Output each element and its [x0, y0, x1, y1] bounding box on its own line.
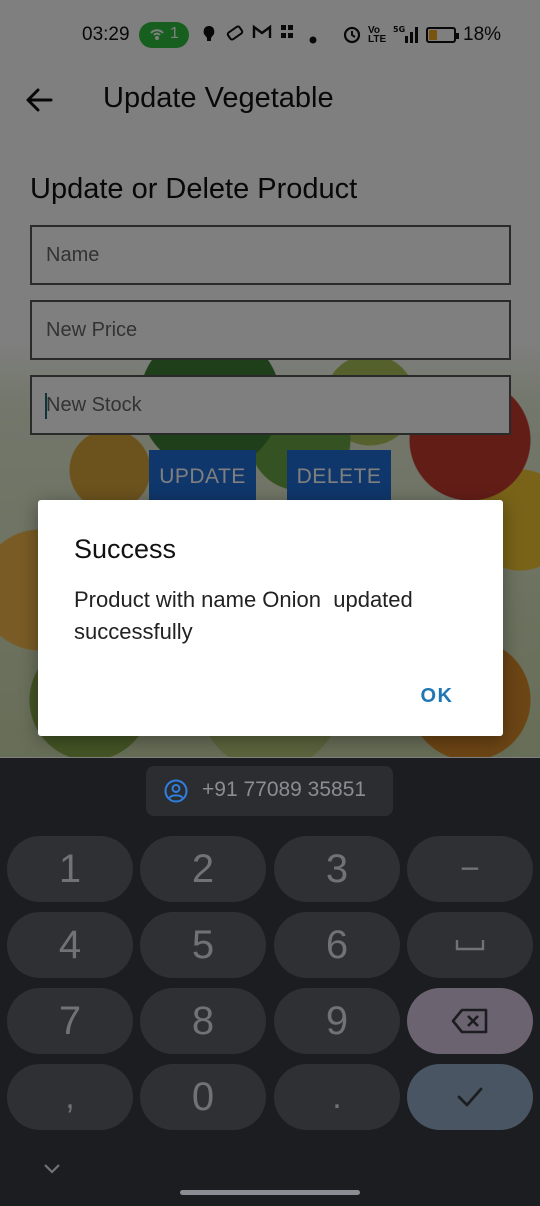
ok-button[interactable]: OK	[408, 678, 466, 714]
key-8[interactable]: 8	[140, 988, 266, 1054]
person-icon	[164, 779, 188, 803]
key-space[interactable]	[407, 912, 533, 978]
numeric-keyboard: +91 77089 35851 1 2 3 − 4 5 6 7 8 9 , 0 …	[0, 758, 540, 1206]
checkmark-icon	[457, 1087, 483, 1107]
key-done[interactable]	[407, 1064, 533, 1130]
key-period[interactable]: .	[274, 1064, 400, 1130]
key-1[interactable]: 1	[7, 836, 133, 902]
key-backspace[interactable]	[407, 988, 533, 1054]
key-6[interactable]: 6	[274, 912, 400, 978]
dialog-message: Product with name Onion updated successf…	[74, 587, 419, 644]
backspace-icon	[451, 1008, 488, 1034]
success-dialog: Success Product with name Onion updated …	[38, 500, 503, 736]
home-indicator[interactable]	[180, 1190, 360, 1195]
dialog-title: Success	[74, 534, 177, 564]
suggestion-text: +91 77089 35851	[202, 778, 367, 801]
key-9[interactable]: 9	[274, 988, 400, 1054]
key-comma[interactable]: ,	[7, 1064, 133, 1130]
key-2[interactable]: 2	[140, 836, 266, 902]
key-0[interactable]: 0	[140, 1064, 266, 1130]
phone-suggestion-chip[interactable]: +91 77089 35851	[146, 766, 393, 816]
chevron-down-icon[interactable]	[42, 1162, 62, 1176]
key-minus[interactable]: −	[407, 836, 533, 902]
key-4[interactable]: 4	[7, 912, 133, 978]
key-5[interactable]: 5	[140, 912, 266, 978]
space-icon	[455, 940, 485, 951]
key-3[interactable]: 3	[274, 836, 400, 902]
key-7[interactable]: 7	[7, 988, 133, 1054]
